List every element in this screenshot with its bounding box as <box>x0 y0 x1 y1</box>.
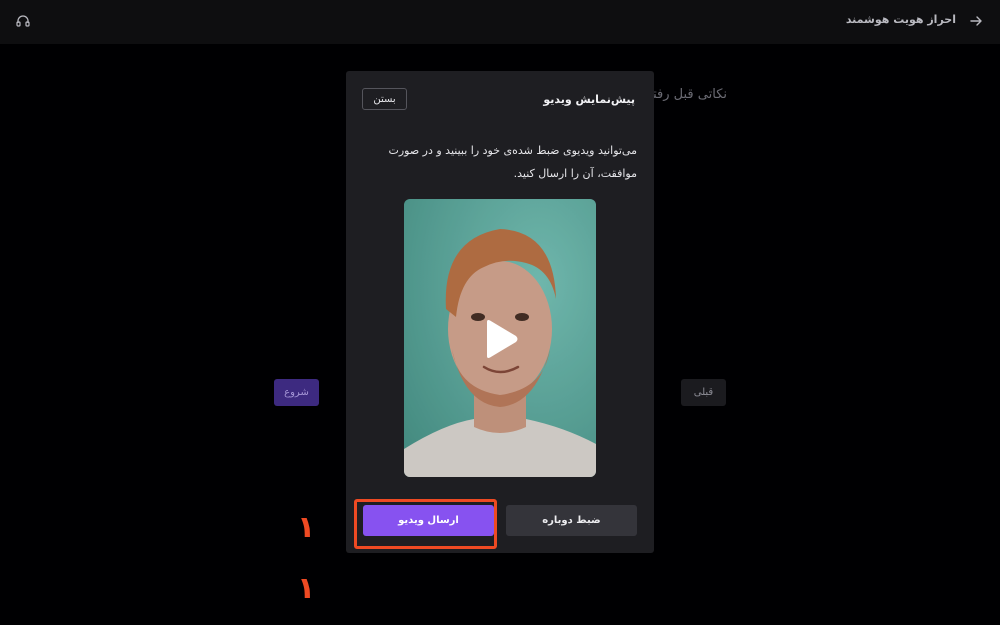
headset-icon[interactable] <box>15 13 31 29</box>
annotation-marker: ۱ <box>297 571 316 606</box>
send-video-button[interactable]: ارسال ویدیو <box>363 505 494 536</box>
page-title: احراز هویت هوشمند <box>845 13 956 26</box>
video-preview-modal: پیش‌نمایش ویدیو بستن می‌توانید ویدیوی ضب… <box>346 71 654 553</box>
annotation-marker: ۱ <box>297 510 316 545</box>
previous-button[interactable]: قبلی <box>681 379 726 406</box>
close-button[interactable]: بستن <box>362 88 407 110</box>
arrow-right-icon[interactable] <box>969 14 983 28</box>
rerecord-button[interactable]: ضبط دوباره <box>506 505 637 536</box>
play-icon[interactable] <box>483 319 519 359</box>
start-button[interactable]: شروع <box>274 379 319 406</box>
modal-title: پیش‌نمایش ویدیو <box>543 93 635 106</box>
background-heading: نکاتی قبل رفتن <box>643 87 727 102</box>
video-player[interactable] <box>404 199 596 477</box>
top-bar: احراز هویت هوشمند <box>0 0 1000 44</box>
modal-description: می‌توانید ویدیوی ضبط شده‌ی خود را ببینید… <box>388 144 637 180</box>
